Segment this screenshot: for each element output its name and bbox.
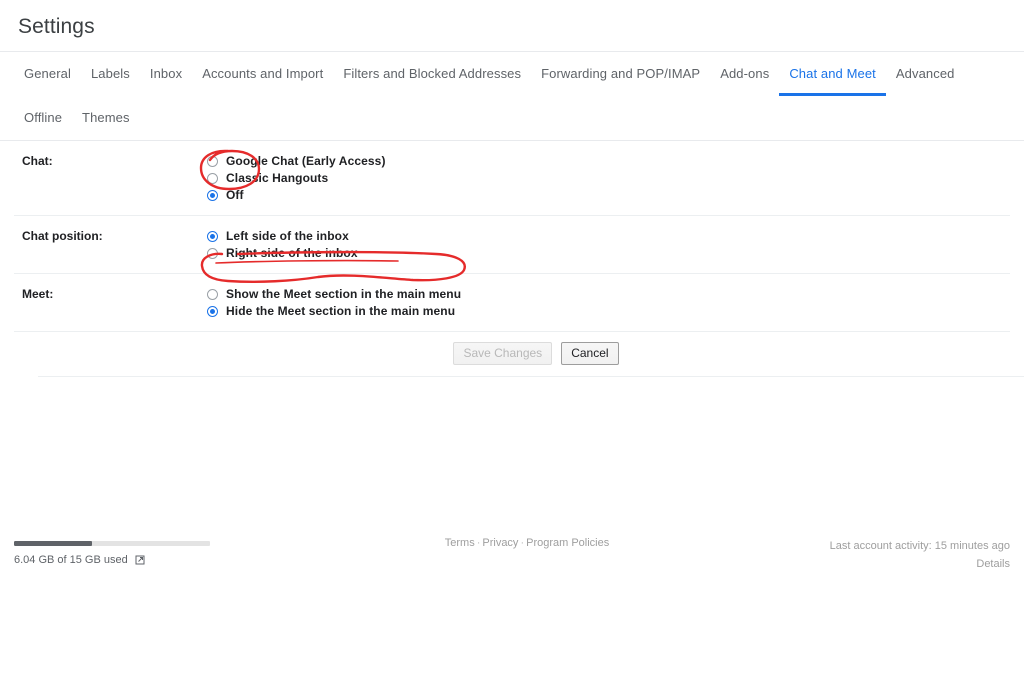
radio-option-label: Left side of the inbox	[226, 229, 349, 243]
radio-button[interactable]	[207, 288, 218, 300]
settings-row: Meet: Show the Meet section in the main m…	[14, 274, 1010, 332]
radio-option-label: Show the Meet section in the main menu	[226, 287, 462, 301]
settings-row-options: Show the Meet section in the main menu Hi…	[207, 286, 1010, 320]
storage-usage: 6.04 GB of 15 GB used	[14, 554, 344, 566]
external-link-icon[interactable]	[134, 554, 146, 566]
radio-option[interactable]: Google Chat (Early Access)	[207, 153, 1010, 169]
radio-option[interactable]: Classic Hangouts	[207, 170, 1010, 186]
radio-button[interactable]	[207, 172, 218, 184]
settings-row-options: Google Chat (Early Access) Classic Hangou…	[207, 153, 1010, 204]
settings-row-label: Chat position:	[22, 229, 103, 243]
storage-area: 6.04 GB of 15 GB used	[14, 533, 344, 566]
radio-option-label: Google Chat (Early Access)	[226, 154, 386, 168]
tab-filters-and-blocked-addresses[interactable]: Filters and Blocked Addresses	[333, 52, 531, 96]
tab-chat-and-meet[interactable]: Chat and Meet	[779, 52, 886, 96]
save-changes-button[interactable]: Save Changes	[453, 342, 553, 365]
radio-button-selected[interactable]	[207, 230, 218, 242]
tab-inbox[interactable]: Inbox	[140, 52, 192, 96]
account-activity: Last account activity: 15 minutes ago De…	[710, 533, 1010, 573]
settings-row-options: Left side of the inbox Right side of the …	[207, 228, 1010, 262]
radio-button-selected[interactable]	[207, 305, 218, 317]
radio-option[interactable]: Left side of the inbox	[207, 228, 1010, 244]
tab-themes[interactable]: Themes	[72, 96, 140, 140]
footer-link-program-policies[interactable]: Program Policies	[526, 537, 609, 549]
page-footer: 6.04 GB of 15 GB used Terms · Privacy · Prog…	[0, 533, 1024, 573]
footer-link-separator: ·	[520, 537, 525, 549]
settings-row: Chat position: Left side of the inbox Righ…	[14, 216, 1010, 274]
settings-row-label: Chat:	[22, 154, 53, 168]
form-actions: Save Changes Cancel	[38, 332, 1024, 377]
radio-button[interactable]	[207, 247, 218, 259]
details-link[interactable]: Details	[710, 555, 1010, 573]
tab-forwarding-and-pop-imap[interactable]: Forwarding and POP/IMAP	[531, 52, 710, 96]
settings-row-label: Meet:	[22, 287, 54, 301]
settings-tabbar: General Labels Inbox Accounts and Import Fil…	[0, 52, 1024, 140]
tab-add-ons[interactable]: Add-ons	[710, 52, 779, 96]
page-title: Settings	[18, 15, 95, 38]
tab-list: General Labels Inbox Accounts and Import Fil…	[14, 52, 1010, 140]
radio-option[interactable]: Right side of the inbox	[207, 245, 1010, 261]
last-activity-text: Last account activity: 15 minutes ago	[829, 540, 1010, 552]
settings-sections: Chat: Google Chat (Early Access) Classic H…	[0, 141, 1024, 332]
footer-link-terms[interactable]: Terms	[445, 537, 475, 549]
storage-usage-text: 6.04 GB of 15 GB used	[14, 554, 128, 566]
radio-option[interactable]: Off	[207, 187, 1010, 203]
tab-offline[interactable]: Offline	[14, 96, 72, 140]
radio-option[interactable]: Show the Meet section in the main menu	[207, 286, 1010, 302]
radio-button[interactable]	[207, 155, 218, 167]
tab-accounts-and-import[interactable]: Accounts and Import	[192, 52, 333, 96]
cancel-button[interactable]: Cancel	[561, 342, 619, 365]
radio-button-selected[interactable]	[207, 189, 218, 201]
settings-row: Chat: Google Chat (Early Access) Classic H…	[14, 141, 1010, 216]
footer-link-privacy[interactable]: Privacy	[482, 537, 518, 549]
footer-links: Terms · Privacy · Program Policies	[344, 533, 710, 549]
radio-option-label: Off	[226, 188, 244, 202]
tab-advanced[interactable]: Advanced	[886, 52, 965, 96]
radio-option-label: Right side of the inbox	[226, 246, 358, 260]
radio-option-label: Classic Hangouts	[226, 171, 329, 185]
storage-bar	[14, 541, 210, 546]
tab-general[interactable]: General	[14, 52, 81, 96]
footer-links-row: Terms · Privacy · Program Policies	[344, 537, 710, 549]
storage-bar-fill	[14, 541, 93, 546]
radio-option-label: Hide the Meet section in the main menu	[226, 304, 456, 318]
radio-option[interactable]: Hide the Meet section in the main menu	[207, 303, 1010, 319]
tab-labels[interactable]: Labels	[81, 52, 140, 96]
